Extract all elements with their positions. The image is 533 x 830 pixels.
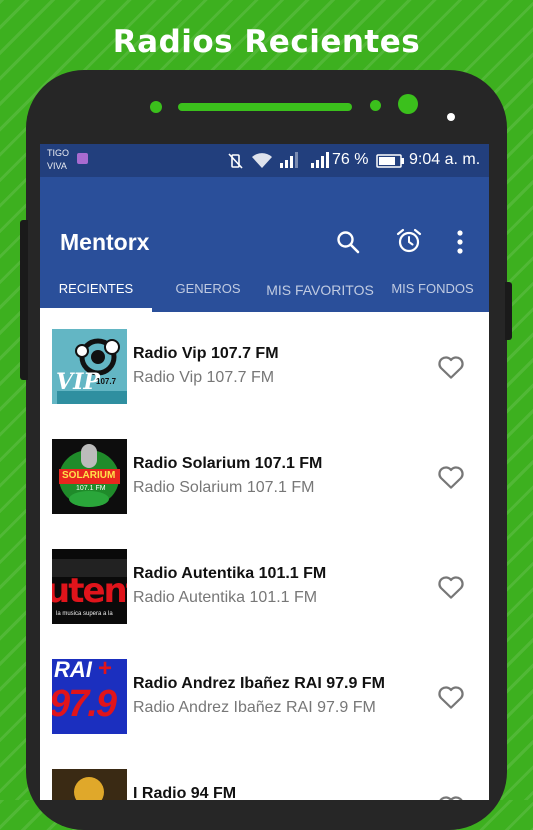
favorite-heart-icon[interactable] bbox=[436, 682, 466, 712]
logo-subtext: 107.7 bbox=[96, 377, 117, 386]
logo-subtext: la musica supera a la bbox=[56, 611, 113, 617]
search-icon[interactable] bbox=[336, 230, 360, 254]
logo-plus: + bbox=[98, 659, 113, 682]
phone-speaker bbox=[178, 103, 352, 111]
signal-icon-1 bbox=[280, 152, 298, 168]
station-logo bbox=[52, 769, 127, 800]
phone-side-button-left bbox=[20, 220, 28, 380]
tab-generos[interactable]: GENEROS bbox=[152, 265, 264, 312]
station-subtitle: Radio Autentika 101.1 FM bbox=[133, 589, 318, 606]
promo-headline: Radios Recientes bbox=[112, 24, 421, 60]
station-name: Radio Solarium 107.1 FM bbox=[133, 455, 323, 472]
station-row[interactable]: RAI + 97.9 Radio Andrez Ibañez RAI 97.9 … bbox=[40, 642, 489, 753]
station-subtitle: Radio Solarium 107.1 FM bbox=[133, 479, 315, 496]
more-vert-icon[interactable] bbox=[456, 230, 464, 254]
wifi-icon bbox=[252, 153, 272, 168]
station-name: Radio Andrez Ibañez RAI 97.9 FM bbox=[133, 675, 385, 692]
alarm-clock-icon[interactable] bbox=[396, 228, 422, 254]
tab-recientes[interactable]: RECIENTES bbox=[40, 265, 152, 312]
favorite-heart-icon[interactable] bbox=[436, 792, 466, 800]
phone-side-button-right bbox=[505, 282, 512, 340]
phone-camera bbox=[398, 94, 418, 114]
carrier-line-1: TIGO bbox=[47, 148, 69, 158]
carrier-line-2: VIVA bbox=[47, 161, 67, 171]
station-logo: utentic la musica supera a la bbox=[52, 549, 127, 624]
station-subtitle: Radio Vip 107.7 FM bbox=[133, 369, 275, 386]
vibrate-off-icon bbox=[228, 153, 243, 169]
favorite-heart-icon[interactable] bbox=[436, 572, 466, 602]
tab-mis-fondos[interactable]: MIS FONDOS bbox=[376, 265, 489, 312]
favorite-heart-icon[interactable] bbox=[436, 462, 466, 492]
logo-text: SOLARIUM bbox=[62, 470, 116, 481]
station-row[interactable]: utentic la musica supera a la Radio Aute… bbox=[40, 532, 489, 643]
station-logo: SOLARIUM 107.1 FM bbox=[52, 439, 127, 514]
battery-icon bbox=[376, 154, 404, 168]
logo-text: VIP bbox=[56, 369, 100, 395]
phone-sensor-left bbox=[150, 101, 162, 113]
station-row[interactable]: VIP 107.7 Radio Vip 107.7 FM Radio Vip 1… bbox=[40, 312, 489, 423]
favorite-heart-icon[interactable] bbox=[436, 352, 466, 382]
logo-subtext: 107.1 FM bbox=[76, 485, 106, 492]
notification-app-icon bbox=[77, 153, 88, 164]
station-name: I Radio 94 FM bbox=[133, 785, 237, 800]
station-row[interactable]: SOLARIUM 107.1 FM Radio Solarium 107.1 F… bbox=[40, 422, 489, 533]
station-name: Radio Autentika 101.1 FM bbox=[133, 565, 327, 582]
station-row[interactable]: I Radio 94 FM bbox=[40, 752, 489, 800]
station-name: Radio Vip 107.7 FM bbox=[133, 345, 279, 362]
signal-icon-2 bbox=[311, 152, 329, 168]
battery-percent: 76 % bbox=[332, 151, 369, 168]
logo-subtext: RAI bbox=[54, 659, 92, 682]
phone-led bbox=[447, 113, 455, 121]
phone-sensor-right bbox=[370, 100, 381, 111]
app-title: Mentorx bbox=[60, 229, 150, 255]
station-subtitle: Radio Andrez Ibañez RAI 97.9 FM bbox=[133, 699, 376, 716]
phone-screen: TIGO VIVA 76 % 9:04 a. m. Mentorx RECIEN… bbox=[40, 144, 489, 800]
status-time: 9:04 a. m. bbox=[409, 151, 481, 168]
tab-mis-favoritos[interactable]: MIS FAVORITOS bbox=[264, 265, 376, 314]
logo-text: 97.9 bbox=[52, 683, 117, 725]
status-bar: TIGO VIVA 76 % 9:04 a. m. bbox=[40, 144, 489, 177]
station-logo: RAI + 97.9 bbox=[52, 659, 127, 734]
logo-text: utentic bbox=[52, 571, 127, 611]
station-logo: VIP 107.7 bbox=[52, 329, 127, 404]
logo-glow bbox=[74, 777, 104, 800]
app-bar: Mentorx RECIENTES GENEROS MIS FAVORITOS … bbox=[40, 177, 489, 312]
